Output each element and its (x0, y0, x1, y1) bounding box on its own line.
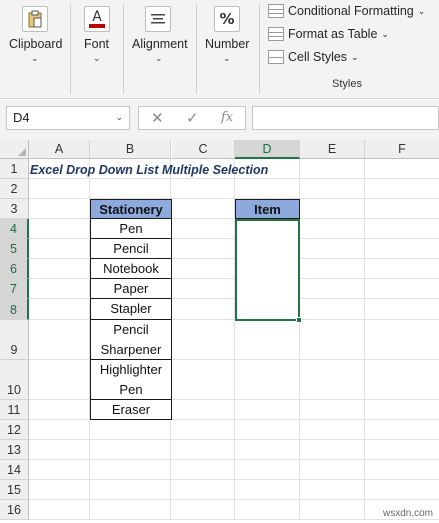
stationery-header[interactable]: Stationery (90, 199, 172, 219)
stationery-cell[interactable]: Stapler (90, 299, 172, 320)
stationery-cell[interactable]: Paper (90, 279, 172, 299)
clipboard-icon (22, 6, 48, 32)
conditional-formatting-button[interactable]: Conditional Formatting ⌄ (268, 4, 425, 18)
row-header-13[interactable]: 13 (0, 440, 29, 460)
clipboard-group[interactable]: Clipboard ⌄ (0, 0, 70, 99)
worksheet-grid[interactable]: ABCDEF 1 2 3 4 5 6 7 8 9 10 11 12 13 14 15 16 Excel Dro… (0, 140, 439, 523)
conditional-formatting-label: Conditional Formatting (288, 4, 414, 18)
name-box[interactable]: D4 ⌄ (6, 106, 130, 130)
column-header-f[interactable]: F (365, 140, 439, 159)
selected-range-d4-d8[interactable] (235, 219, 302, 323)
watermark: wsxdn.com (382, 508, 433, 519)
styles-group-label: Styles (332, 78, 362, 90)
format-as-table-icon (268, 27, 284, 41)
font-group[interactable]: A Font ⌄ (71, 0, 123, 99)
column-header-e[interactable]: E (300, 140, 365, 159)
row-header-1[interactable]: 1 (0, 159, 29, 179)
row-header-7[interactable]: 7 (0, 279, 29, 299)
formula-input[interactable] (252, 106, 439, 130)
format-as-table-label: Format as Table (288, 27, 378, 41)
chevron-down-icon: ⌄ (31, 54, 39, 64)
row-header-8[interactable]: 8 (0, 299, 29, 320)
stationery-cell[interactable]: Pencil Sharpener (90, 320, 172, 360)
sheet-title[interactable]: Excel Drop Down List Multiple Selection (30, 160, 268, 179)
row-header-10[interactable]: 10 (0, 360, 29, 400)
row-header-5[interactable]: 5 (0, 239, 29, 259)
column-header-d[interactable]: D (235, 140, 300, 159)
chevron-down-icon: ⌄ (351, 51, 359, 62)
cancel-icon[interactable]: ✕ (151, 109, 164, 127)
cell-styles-icon (268, 50, 284, 64)
row-header-9[interactable]: 9 (0, 320, 29, 360)
row-header-14[interactable]: 14 (0, 460, 29, 480)
enter-icon[interactable]: ✓ (186, 109, 199, 127)
row-header-12[interactable]: 12 (0, 420, 29, 440)
clipboard-label: Clipboard (9, 37, 63, 51)
name-box-value: D4 (13, 110, 30, 125)
cell-styles-button[interactable]: Cell Styles ⌄ (268, 50, 359, 64)
chevron-down-icon[interactable]: ⌄ (115, 107, 123, 129)
number-group[interactable]: % Number ⌄ (197, 0, 259, 99)
font-label: Font (84, 37, 110, 51)
chevron-down-icon: ⌄ (381, 28, 389, 39)
stationery-cell[interactable]: Pen (90, 219, 172, 239)
row-header-6[interactable]: 6 (0, 259, 29, 279)
select-all-button[interactable] (0, 140, 29, 159)
chevron-down-icon: ⌄ (155, 54, 163, 64)
column-header-a[interactable]: A (29, 140, 90, 159)
row-header-2[interactable]: 2 (0, 179, 29, 199)
alignment-group[interactable]: Alignment ⌄ (124, 0, 196, 99)
row-header-16[interactable]: 16 (0, 500, 29, 520)
row-header-3[interactable]: 3 (0, 199, 29, 219)
chevron-down-icon: ⌄ (223, 54, 231, 64)
grid-column-line (364, 159, 365, 520)
font-letter: A (92, 9, 102, 25)
row-header-4[interactable]: 4 (0, 219, 29, 239)
cell-styles-label: Cell Styles (288, 50, 348, 64)
ribbon: Clipboard ⌄ A Font ⌄ Alignment ⌄ % Numbe… (0, 0, 439, 99)
percent-icon: % (214, 6, 240, 32)
row-header-11[interactable]: 11 (0, 400, 29, 420)
number-label: Number (205, 37, 250, 51)
insert-function-icon[interactable]: fx (221, 110, 233, 125)
formula-buttons: ✕ ✓ fx (138, 106, 246, 130)
stationery-cell[interactable]: Eraser (90, 400, 172, 420)
percent-glyph: % (219, 10, 235, 28)
item-header[interactable]: Item (235, 199, 300, 219)
stationery-cell[interactable]: Pencil (90, 239, 172, 259)
format-as-table-button[interactable]: Format as Table ⌄ (268, 27, 389, 41)
formula-bar: D4 ⌄ ✕ ✓ fx (0, 100, 439, 140)
font-color-icon: A (84, 6, 110, 32)
align-icon (145, 6, 171, 32)
chevron-down-icon: ⌄ (417, 5, 426, 16)
stationery-cell[interactable]: Highlighter Pen (90, 360, 172, 400)
row-header-15[interactable]: 15 (0, 480, 29, 500)
column-header-b[interactable]: B (90, 140, 171, 159)
stationery-cell[interactable]: Notebook (90, 259, 172, 279)
alignment-label: Alignment (132, 37, 188, 51)
chevron-down-icon: ⌄ (93, 54, 101, 64)
conditional-formatting-icon (268, 4, 284, 18)
column-header-c[interactable]: C (172, 140, 235, 159)
fill-handle[interactable] (296, 317, 302, 323)
